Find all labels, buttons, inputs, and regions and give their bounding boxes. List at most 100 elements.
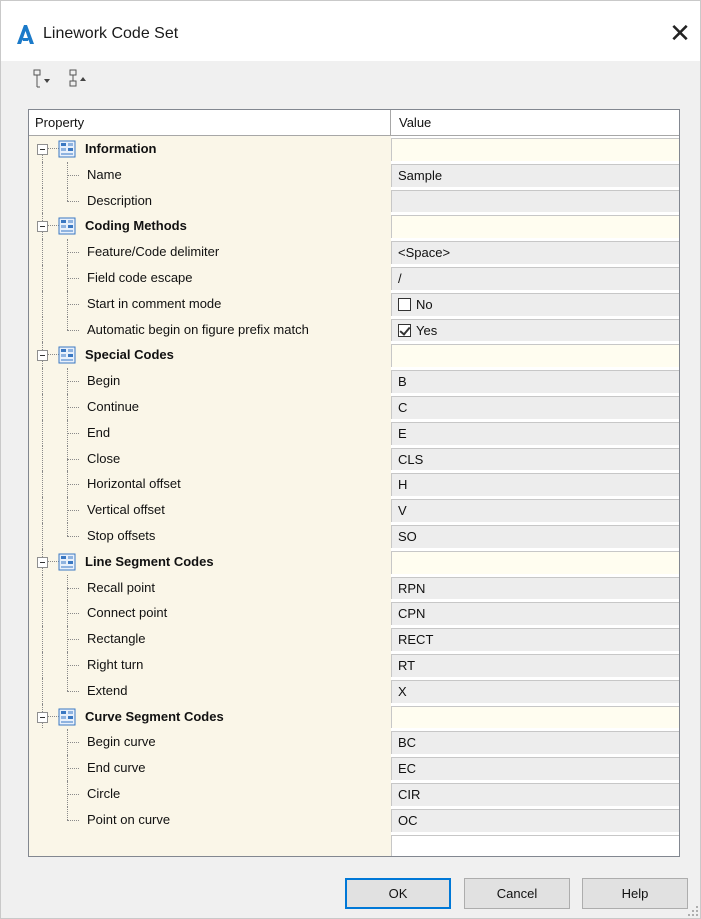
property-cell[interactable]: Horizontal offset (29, 471, 391, 498)
property-cell[interactable]: Start in comment mode (29, 290, 391, 317)
property-cell[interactable]: Feature/Code delimiter (29, 239, 391, 265)
property-row[interactable]: Extend X (29, 677, 679, 704)
value-cell[interactable]: RPN (391, 576, 679, 600)
property-cell[interactable]: Information (29, 136, 391, 162)
property-cell[interactable]: End curve (29, 755, 391, 781)
category-row[interactable]: Special Codes (29, 342, 679, 369)
value-cell[interactable]: CIR (391, 782, 679, 806)
property-cell[interactable]: Special Codes (29, 342, 391, 369)
property-cell[interactable]: Point on curve (29, 806, 391, 833)
property-cell[interactable]: Extend (29, 677, 391, 704)
property-row[interactable]: Horizontal offset H (29, 471, 679, 498)
property-cell[interactable]: Coding Methods (29, 213, 391, 240)
tree-line (67, 381, 79, 383)
property-cell[interactable]: Vertical offset (29, 497, 391, 523)
title-bar[interactable]: Linework Code Set ✕ (1, 1, 700, 61)
property-value: <Space> (398, 245, 451, 261)
property-cell[interactable]: Recall point (29, 574, 391, 601)
value-cell[interactable]: Yes (391, 318, 679, 342)
cancel-button[interactable]: Cancel (464, 878, 570, 909)
property-cell[interactable]: Rectangle (29, 626, 391, 652)
value-cell[interactable]: EC (391, 757, 679, 780)
category-row[interactable]: Curve Segment Codes (29, 703, 679, 730)
ok-button[interactable]: OK (345, 878, 451, 909)
property-cell[interactable]: Begin (29, 368, 391, 394)
value-cell[interactable]: V (391, 499, 679, 522)
property-row[interactable]: Start in comment mode No (29, 290, 679, 317)
property-row[interactable]: Begin B (29, 368, 679, 394)
tree-line (67, 664, 79, 666)
property-row[interactable]: Name Sample (29, 161, 679, 188)
collapse-toggle-icon[interactable] (37, 350, 48, 362)
property-row[interactable]: Automatic begin on figure prefix match Ye… (29, 316, 679, 343)
value-cell[interactable]: Sample (391, 163, 679, 187)
checked-checkbox[interactable] (398, 323, 411, 337)
resize-grip-icon[interactable] (687, 905, 699, 917)
value-cell[interactable]: C (391, 395, 679, 419)
property-cell[interactable]: Stop offsets (29, 522, 391, 549)
property-cell[interactable]: Right turn (29, 651, 391, 678)
property-row[interactable]: Vertical offset V (29, 497, 679, 523)
value-cell[interactable]: SO (391, 524, 679, 548)
help-button[interactable]: Help (582, 878, 688, 909)
property-cell[interactable]: Description (29, 187, 391, 214)
property-row[interactable]: Begin curve BC (29, 729, 679, 756)
property-row[interactable]: Recall point RPN (29, 574, 679, 601)
property-row[interactable]: Field code escape / (29, 264, 679, 291)
property-row[interactable]: Circle CIR (29, 780, 679, 807)
property-cell[interactable]: Circle (29, 780, 391, 807)
property-row[interactable]: Rectangle RECT (29, 626, 679, 652)
property-row[interactable]: Close CLS (29, 445, 679, 472)
value-cell[interactable]: B (391, 370, 679, 393)
property-row[interactable]: End curve EC (29, 755, 679, 781)
property-row[interactable]: Point on curve OC (29, 806, 679, 833)
property-column-header[interactable]: Property (29, 110, 391, 135)
property-row[interactable]: End E (29, 419, 679, 446)
property-cell[interactable]: Connect point (29, 600, 391, 627)
value-cell[interactable]: H (391, 473, 679, 497)
property-cell[interactable]: Continue (29, 393, 391, 420)
category-row[interactable]: Coding Methods (29, 213, 679, 240)
property-cell[interactable]: Begin curve (29, 729, 391, 756)
property-row[interactable]: Right turn RT (29, 651, 679, 678)
value-cell[interactable]: <Space> (391, 241, 679, 264)
property-grid[interactable]: Property Value Information Name Sample Desc… (28, 109, 680, 857)
category-row[interactable]: Information (29, 136, 679, 162)
category-row[interactable]: Line Segment Codes (29, 548, 679, 575)
value-cell[interactable]: OC (391, 808, 679, 832)
value-cell[interactable]: BC (391, 731, 679, 755)
property-label: Vertical offset (87, 502, 165, 518)
unchecked-checkbox[interactable] (398, 297, 411, 311)
property-row[interactable]: Stop offsets SO (29, 522, 679, 549)
property-cell[interactable]: End (29, 419, 391, 446)
expand-all-button[interactable] (31, 67, 57, 93)
value-cell[interactable]: E (391, 421, 679, 445)
value-cell[interactable]: CLS (391, 447, 679, 471)
value-cell[interactable]: RECT (391, 628, 679, 651)
property-cell[interactable]: Line Segment Codes (29, 548, 391, 575)
property-row[interactable]: Description (29, 187, 679, 214)
property-cell[interactable]: Curve Segment Codes (29, 703, 391, 730)
property-row[interactable]: Continue C (29, 393, 679, 420)
category-label: Curve Segment Codes (85, 708, 224, 724)
value-cell[interactable] (391, 189, 679, 213)
value-cell[interactable]: X (391, 679, 679, 703)
collapse-toggle-icon[interactable] (37, 556, 48, 568)
property-cell[interactable]: Close (29, 445, 391, 472)
property-cell[interactable]: Automatic begin on figure prefix match (29, 316, 391, 343)
value-cell[interactable]: / (391, 266, 679, 290)
collapse-toggle-icon[interactable] (37, 711, 48, 723)
property-value: V (398, 503, 407, 519)
property-cell[interactable]: Name (29, 161, 391, 188)
value-cell[interactable]: CPN (391, 602, 679, 626)
value-cell[interactable]: No (391, 292, 679, 316)
collapse-all-button[interactable] (67, 67, 93, 93)
property-cell[interactable]: Field code escape (29, 264, 391, 291)
value-cell[interactable]: RT (391, 653, 679, 677)
close-button[interactable]: ✕ (664, 17, 696, 49)
collapse-toggle-icon[interactable] (37, 221, 48, 233)
value-column-header[interactable]: Value (391, 110, 679, 135)
property-row[interactable]: Feature/Code delimiter <Space> (29, 239, 679, 265)
collapse-toggle-icon[interactable] (37, 144, 48, 155)
property-row[interactable]: Connect point CPN (29, 600, 679, 627)
